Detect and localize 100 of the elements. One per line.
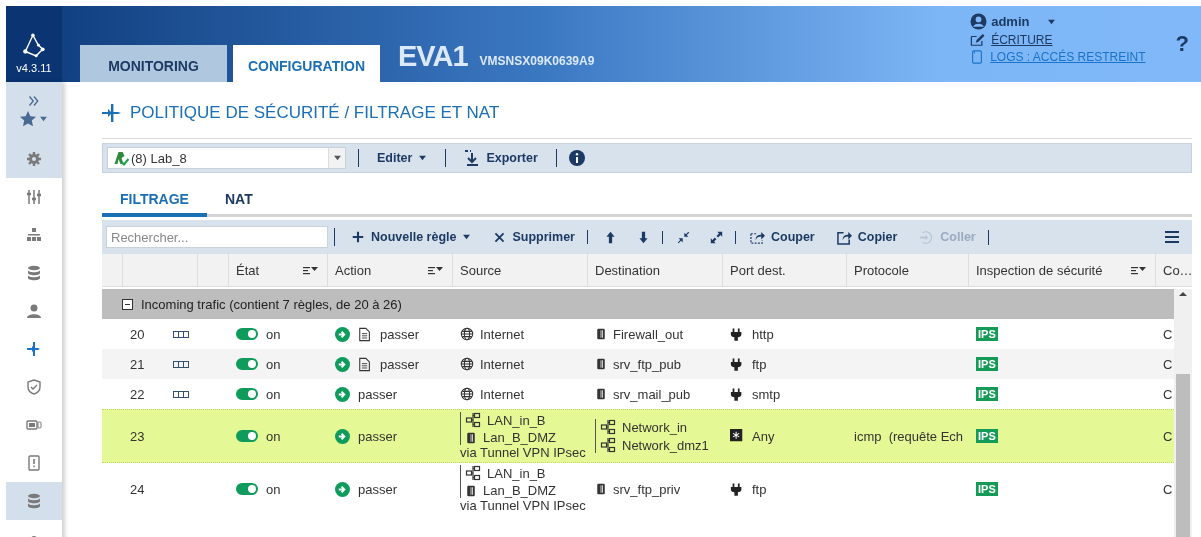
table-row[interactable]: 23 on passer LAN_in_B Lan_B_DMZ via Tunnel VPN IPsec Network_in Network_dmz1 Any icmp (requête Ech IPS C [102, 409, 1174, 463]
plug-icon [730, 386, 744, 402]
column-header[interactable]: Protocole [854, 262, 960, 278]
globe-icon [460, 327, 474, 341]
help-button[interactable]: ? [1175, 31, 1189, 57]
toggle-switch[interactable] [236, 483, 258, 495]
arrow-circle-icon [335, 326, 350, 342]
tab[interactable]: NAT [206, 185, 271, 217]
address-label: Network_in [622, 419, 688, 435]
info-icon [568, 150, 585, 166]
alert-icon [26, 455, 42, 471]
caret-icon [418, 155, 428, 161]
column-header[interactable]: Co… [1163, 262, 1192, 278]
toolbar-button[interactable]: Exporter [458, 150, 544, 166]
toolbar-button[interactable]: Nouvelle règle [345, 230, 478, 244]
sort-icon [428, 264, 444, 276]
database-icon [26, 493, 42, 509]
network-icon [26, 227, 42, 243]
collapse-icon [676, 230, 690, 244]
port-label: http [752, 326, 774, 342]
column-header[interactable]: Source [460, 262, 579, 278]
caret-icon [1047, 18, 1057, 25]
column-header[interactable]: Destination [595, 262, 714, 278]
toggle-switch[interactable] [236, 358, 258, 370]
document-icon [358, 356, 372, 372]
arrow-circle-icon [335, 386, 350, 402]
address-label: srv_mail_pub [613, 386, 691, 402]
user-menu[interactable]: admin [970, 13, 1146, 30]
toolbar-button[interactable]: Copier [830, 229, 904, 245]
toggle-switch[interactable] [236, 388, 258, 400]
any-icon [730, 429, 744, 443]
arrow-circle-icon [335, 481, 350, 497]
address-label: Internet [480, 356, 525, 372]
nav-tab[interactable]: CONFIGURATION [233, 45, 380, 82]
table-row[interactable]: 21 on passer Internet srv_ftp_pub ftp IPS C [102, 349, 1174, 379]
caret-icon [332, 155, 342, 161]
toggle-switch[interactable] [236, 328, 258, 340]
slots-icon [173, 360, 189, 368]
menu-icon [1164, 229, 1180, 245]
globe-icon [460, 357, 474, 371]
address-label: LAN_in_B [487, 465, 546, 481]
rule-number: 22 [130, 386, 145, 402]
toolbar-button[interactable]: Supprimer [487, 230, 588, 244]
address-label: Internet [480, 386, 525, 402]
state-label: on [266, 356, 281, 372]
column-header[interactable]: Port dest. [730, 262, 838, 278]
column-header[interactable]: Inspection de sécurité [976, 262, 1147, 278]
policy-select[interactable]: (8) Lab_8 [107, 147, 346, 169]
network-icon [465, 412, 481, 428]
gear-icon [26, 151, 42, 167]
rule-number: 24 [130, 481, 145, 497]
address-label: Firewall_out [613, 326, 684, 342]
port-label: ftp [752, 356, 767, 372]
port-label: smtp [752, 386, 781, 402]
scrollbar[interactable] [1174, 289, 1192, 537]
comment-text: C [1163, 326, 1173, 342]
plug-icon [730, 326, 744, 342]
slots-icon [173, 390, 189, 398]
search-field[interactable]: Rechercher... [106, 226, 328, 248]
favorites-menu[interactable] [20, 111, 48, 127]
column-header[interactable]: Action [335, 262, 444, 278]
database-icon [26, 265, 42, 281]
serial-number: VMSNSX09K0639A9 [479, 54, 595, 68]
star-icon [20, 111, 36, 127]
toolbar-button[interactable]: Editer [371, 151, 434, 165]
nav-tab[interactable]: MONITORING [80, 45, 227, 82]
sidebar-item[interactable] [6, 140, 62, 178]
shield-icon [26, 379, 42, 395]
slots-icon [173, 330, 189, 338]
comment-text: C [1163, 428, 1173, 444]
rule-number: 23 [130, 428, 145, 444]
action-label: passer [380, 356, 420, 372]
document-icon [358, 326, 372, 342]
address-label: srv_ftp_pub [613, 356, 681, 372]
device-name: EVA1 [398, 40, 468, 73]
address-label: Lan_B_DMZ [483, 430, 556, 445]
toggle-switch[interactable] [236, 430, 258, 442]
server-icon [595, 357, 607, 371]
sidebar-item[interactable] [6, 482, 62, 520]
logo-icon [21, 32, 47, 58]
action-label: passer [380, 326, 420, 342]
plus-icon [351, 230, 365, 244]
network-icon [600, 437, 616, 453]
address-label: Internet [480, 326, 525, 342]
rule-number: 20 [130, 326, 145, 342]
address-label: LAN_in_B [487, 412, 546, 428]
caret-icon [462, 234, 472, 240]
toolbar-button[interactable]: Couper [743, 229, 821, 245]
group-label: Incoming trafic (contient 7 règles, de 20 à 26) [141, 296, 402, 312]
server-icon [465, 483, 477, 498]
page-title: POLITIQUE DE SÉCURITÉ / FILTRAGE ET NAT [130, 103, 500, 123]
header-link[interactable]: ÉCRITURE [970, 33, 1146, 47]
user-icon [26, 303, 42, 319]
double-chevron-icon [28, 95, 40, 107]
copy-icon [836, 229, 852, 245]
column-header[interactable]: État [236, 262, 319, 278]
action-label: passer [358, 386, 398, 402]
comment-text: C [1163, 481, 1173, 497]
via-label: via Tunnel VPN IPsec [460, 498, 586, 513]
globe-icon [460, 387, 474, 401]
